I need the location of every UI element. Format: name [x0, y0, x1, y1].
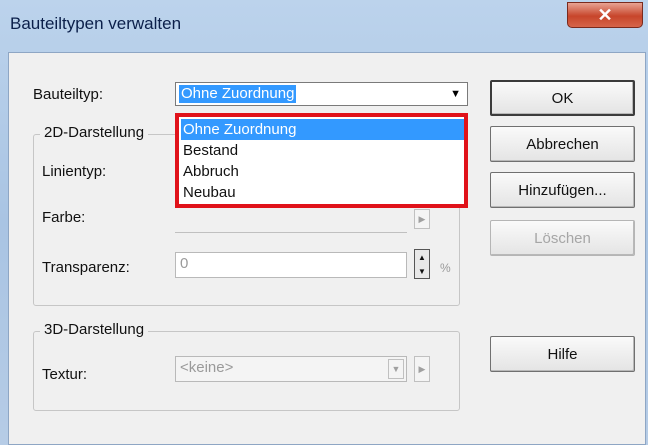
close-button[interactable]: ✕ [567, 2, 643, 28]
textur-label: Textur: [42, 366, 88, 383]
textur-value: <keine> [180, 359, 234, 376]
spin-down-icon[interactable]: ▼ [415, 264, 429, 278]
transparenz-label: Transparenz: [42, 259, 130, 276]
hilfe-button[interactable]: Hilfe [490, 336, 635, 372]
dropdown-option-abbruch[interactable]: Abbruch [181, 161, 464, 182]
bauteiltyp-dropdown-list: Ohne Zuordnung Bestand Abbruch Neubau [175, 113, 468, 208]
bauteiltyp-selected-value: Ohne Zuordnung [179, 85, 297, 103]
abbrechen-button[interactable]: Abbrechen [490, 126, 635, 162]
chevron-down-icon[interactable]: ▼ [450, 88, 461, 100]
group-2d-title: 2D-Darstellung [40, 124, 149, 141]
textur-arrow-icon[interactable]: ▶ [414, 356, 430, 382]
ok-button[interactable]: OK [490, 80, 635, 116]
window-title: Bauteiltypen verwalten [10, 14, 182, 33]
dropdown-option-bestand[interactable]: Bestand [181, 140, 464, 161]
transparenz-unit: % [440, 261, 451, 275]
close-icon: ✕ [597, 4, 613, 25]
linientyp-label: Linientyp: [42, 163, 107, 180]
loeschen-button[interactable]: Löschen [490, 220, 635, 256]
textur-combobox[interactable]: <keine> [175, 356, 407, 382]
dropdown-option-neubau[interactable]: Neubau [181, 182, 464, 203]
spin-up-icon[interactable]: ▲ [415, 250, 429, 264]
bauteiltyp-label: Bauteiltyp: [33, 86, 104, 103]
hinzufuegen-button[interactable]: Hinzufügen... [490, 172, 635, 208]
transparenz-spinner[interactable]: ▲ ▼ [414, 249, 430, 279]
farbe-label: Farbe: [42, 209, 86, 226]
dialog-window: Bauteiltypen verwalten ✕ Bauteiltyp: Ohn… [0, 0, 648, 445]
farbe-arrow-icon[interactable]: ▶ [414, 209, 430, 229]
textur-chevron-down-icon[interactable]: ▼ [388, 359, 404, 379]
farbe-field[interactable] [175, 209, 407, 233]
group-3d-title: 3D-Darstellung [40, 321, 149, 338]
dropdown-option-ohne-zuordnung[interactable]: Ohne Zuordnung [181, 119, 464, 140]
bauteiltyp-combobox[interactable]: Ohne Zuordnung ▼ [175, 82, 468, 106]
transparenz-input[interactable]: 0 [175, 252, 407, 278]
